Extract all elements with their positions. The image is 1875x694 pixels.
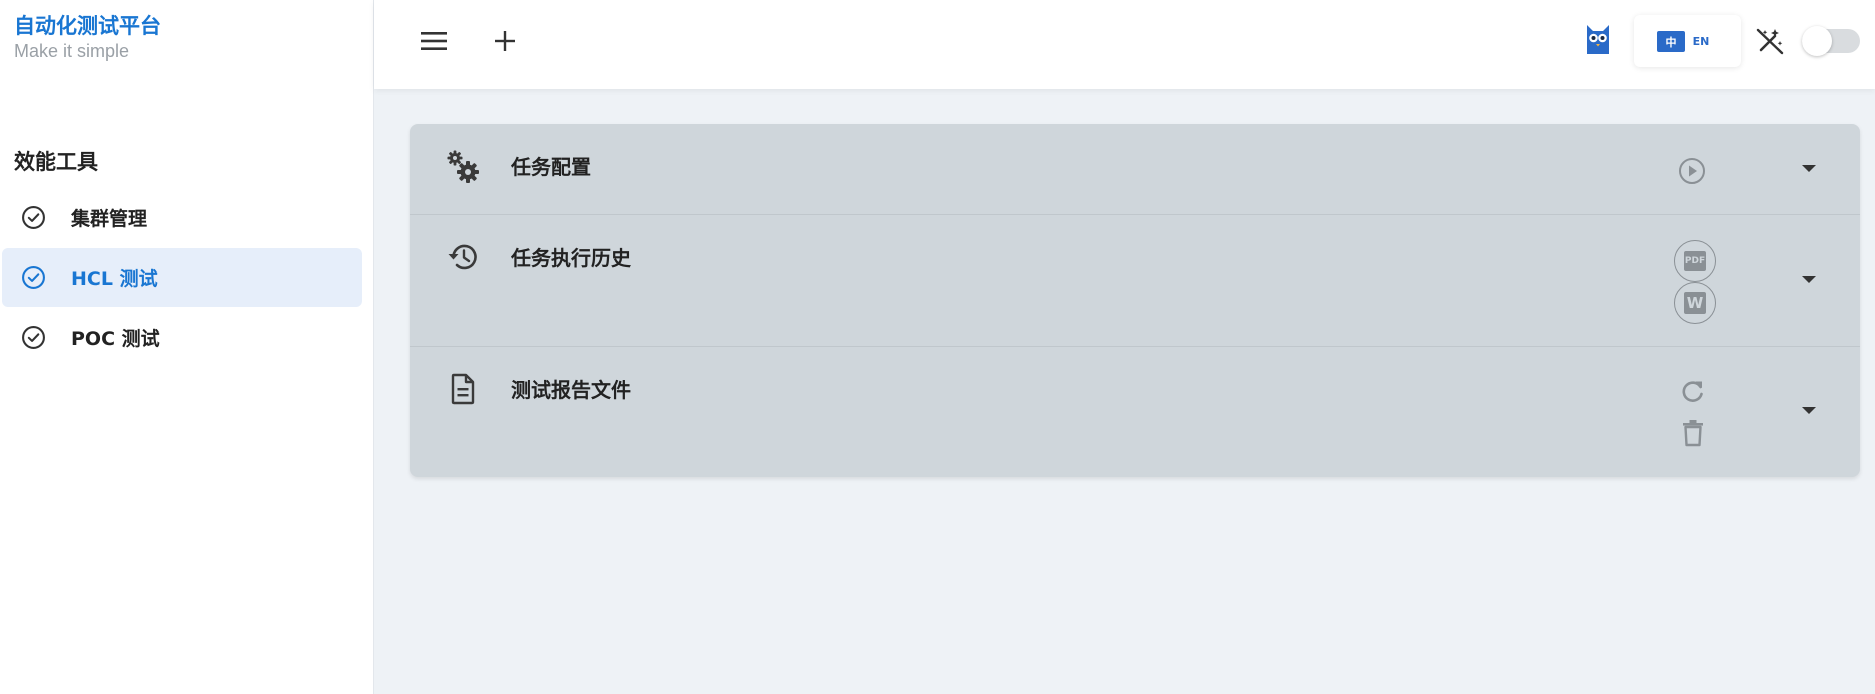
brand-subtitle: Make it simple <box>14 41 130 61</box>
magic-wand-off-icon[interactable] <box>1755 26 1785 56</box>
toggle-knob <box>1802 26 1832 56</box>
chevron-down-icon[interactable] <box>1799 159 1819 179</box>
chevron-down-icon[interactable] <box>1799 270 1819 290</box>
refresh-icon[interactable] <box>1680 378 1706 404</box>
panel-title: 任务配置 <box>511 155 591 179</box>
panel-task-history[interactable]: 任务执行历史 PDF W <box>410 215 1860 347</box>
theme-toggle[interactable] <box>1802 26 1860 56</box>
panel-title: 测试报告文件 <box>511 378 631 402</box>
sidebar-item-hcl-test[interactable]: HCL 测试 <box>2 248 362 307</box>
plus-icon[interactable] <box>493 29 517 53</box>
word-export-button[interactable]: W <box>1674 282 1716 324</box>
sidebar-item-label: HCL 测试 <box>71 268 158 290</box>
pdf-icon: PDF <box>1684 251 1706 271</box>
panel-test-report-files[interactable]: 测试报告文件 <box>410 347 1860 477</box>
panel-task-config[interactable]: 任务配置 <box>410 124 1860 215</box>
language-option-zh[interactable]: 中 <box>1657 31 1685 52</box>
brand-title[interactable]: 自动化测试平台 <box>14 10 161 40</box>
panel-title: 任务执行历史 <box>511 246 631 270</box>
document-icon <box>451 373 475 405</box>
pdf-export-button[interactable]: PDF <box>1674 240 1716 282</box>
sidebar-item-label: 集群管理 <box>71 208 148 230</box>
top-bar: 中 EN <box>374 0 1875 89</box>
sidebar-item-poc-test[interactable]: POC 测试 <box>2 308 362 367</box>
language-option-en[interactable]: EN <box>1688 31 1714 52</box>
check-circle-icon <box>22 206 45 229</box>
history-icon <box>448 244 477 270</box>
check-circle-icon <box>22 266 45 289</box>
owl-logo-icon[interactable] <box>1584 23 1612 56</box>
gears-icon <box>447 150 479 183</box>
language-switch[interactable]: 中 EN <box>1634 15 1741 67</box>
trash-icon[interactable] <box>1680 419 1706 447</box>
sidebar: 自动化测试平台 Make it simple 效能工具 集群管理 HCL 测试 … <box>0 0 374 694</box>
chevron-down-icon[interactable] <box>1799 401 1819 421</box>
sidebar-item-cluster-management[interactable]: 集群管理 <box>2 188 362 247</box>
expansion-panels: 任务配置 任务执行历史 PDF W 测试报告文件 <box>410 124 1860 477</box>
menu-icon[interactable] <box>420 29 448 53</box>
check-circle-icon <box>22 326 45 349</box>
play-circle-icon[interactable] <box>1678 157 1706 185</box>
word-icon: W <box>1684 292 1706 314</box>
sidebar-item-label: POC 测试 <box>71 328 160 350</box>
sidebar-section-title: 效能工具 <box>14 150 98 174</box>
